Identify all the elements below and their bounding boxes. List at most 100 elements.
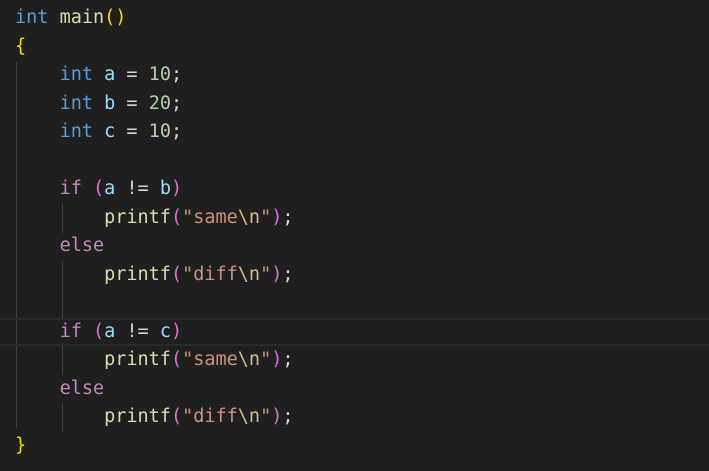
code-text: int a = 10; <box>15 61 183 90</box>
code-token: \n <box>237 206 261 228</box>
code-token: "diff <box>182 263 238 285</box>
code-token: ; <box>170 121 183 142</box>
code-line-9[interactable]: else <box>0 232 709 261</box>
code-line-1[interactable]: int main() <box>0 4 709 33</box>
code-token: ) <box>271 349 283 370</box>
code-line-8[interactable]: printf("same\n"); <box>0 204 709 233</box>
code-token: = <box>115 92 149 114</box>
code-token: ) <box>170 178 183 199</box>
code-text: int c = 10; <box>15 118 183 147</box>
code-line-14[interactable]: else <box>0 375 709 404</box>
code-token: != <box>115 178 160 199</box>
code-text: } <box>15 432 26 461</box>
code-token: "diff <box>182 406 238 427</box>
code-token: main <box>59 7 105 28</box>
code-line-3[interactable]: int a = 10; <box>0 61 709 90</box>
code-token: 20 <box>148 92 171 114</box>
code-token: b <box>159 178 171 199</box>
code-line-15[interactable]: printf("diff\n"); <box>0 403 709 432</box>
code-token: ; <box>170 64 183 85</box>
code-token: ) <box>271 206 283 228</box>
code-token: int <box>59 92 93 114</box>
code-text: printf("diff\n"); <box>15 261 293 290</box>
code-token: a <box>104 178 116 199</box>
code-token: " <box>260 263 272 285</box>
code-token: "same <box>182 206 238 228</box>
code-line-5[interactable]: int c = 10; <box>0 118 709 147</box>
code-line-4[interactable]: int b = 20; <box>0 90 709 119</box>
code-token: 10 <box>148 64 171 85</box>
code-line-6[interactable] <box>0 147 709 176</box>
code-token: ( <box>170 263 183 285</box>
code-token: " <box>260 349 272 370</box>
code-text: printf("diff\n"); <box>15 403 293 432</box>
code-token: int <box>59 121 93 142</box>
code-token: printf <box>104 263 171 285</box>
code-line-2[interactable]: { <box>0 33 709 62</box>
code-token: ; <box>170 92 183 114</box>
code-token: ( <box>92 320 105 342</box>
code-token: a <box>104 64 116 85</box>
code-line-10[interactable]: printf("diff\n"); <box>0 261 709 290</box>
code-token: c <box>104 121 116 142</box>
code-token: int <box>15 7 49 28</box>
code-text: printf("same\n"); <box>15 346 293 375</box>
code-text: else <box>15 232 105 261</box>
code-text: int main() <box>15 4 126 33</box>
code-token: () <box>104 7 127 28</box>
code-token: printf <box>104 349 171 370</box>
code-token: 10 <box>148 121 171 142</box>
code-editor[interactable]: int main(){ int a = 10; int b = 20; int … <box>0 0 709 471</box>
code-line-13[interactable]: printf("same\n"); <box>0 346 709 375</box>
code-token: ) <box>271 406 283 427</box>
code-token: \n <box>237 263 261 285</box>
code-token: b <box>104 92 116 114</box>
code-line-11[interactable] <box>0 289 709 318</box>
code-token: ) <box>170 320 183 342</box>
code-token: c <box>159 320 171 342</box>
code-token: ( <box>170 406 183 427</box>
code-token: else <box>59 377 105 399</box>
code-token: = <box>115 64 149 85</box>
code-token: ( <box>170 206 183 228</box>
code-token: printf <box>104 406 171 427</box>
code-line-16[interactable]: } <box>0 432 709 461</box>
code-token: } <box>15 434 27 456</box>
code-token: if <box>59 178 82 199</box>
code-token: ; <box>282 206 294 228</box>
code-token: ; <box>282 406 294 427</box>
code-line-7[interactable]: if (a != b) <box>0 175 709 204</box>
code-text: printf("same\n"); <box>15 204 293 233</box>
code-token: { <box>15 35 27 57</box>
code-text: int b = 20; <box>15 90 183 119</box>
code-token: "same <box>182 349 238 370</box>
code-token: a <box>104 320 116 342</box>
code-text: if (a != c) <box>15 320 183 345</box>
code-token: \n <box>237 406 261 427</box>
code-token: " <box>260 406 272 427</box>
code-token: ( <box>170 349 183 370</box>
code-token: ( <box>92 178 105 199</box>
code-text: { <box>15 33 26 62</box>
code-token: else <box>59 235 105 256</box>
code-token: ) <box>271 263 283 285</box>
code-token: != <box>115 320 160 342</box>
code-line-12[interactable]: if (a != c) <box>0 317 709 346</box>
